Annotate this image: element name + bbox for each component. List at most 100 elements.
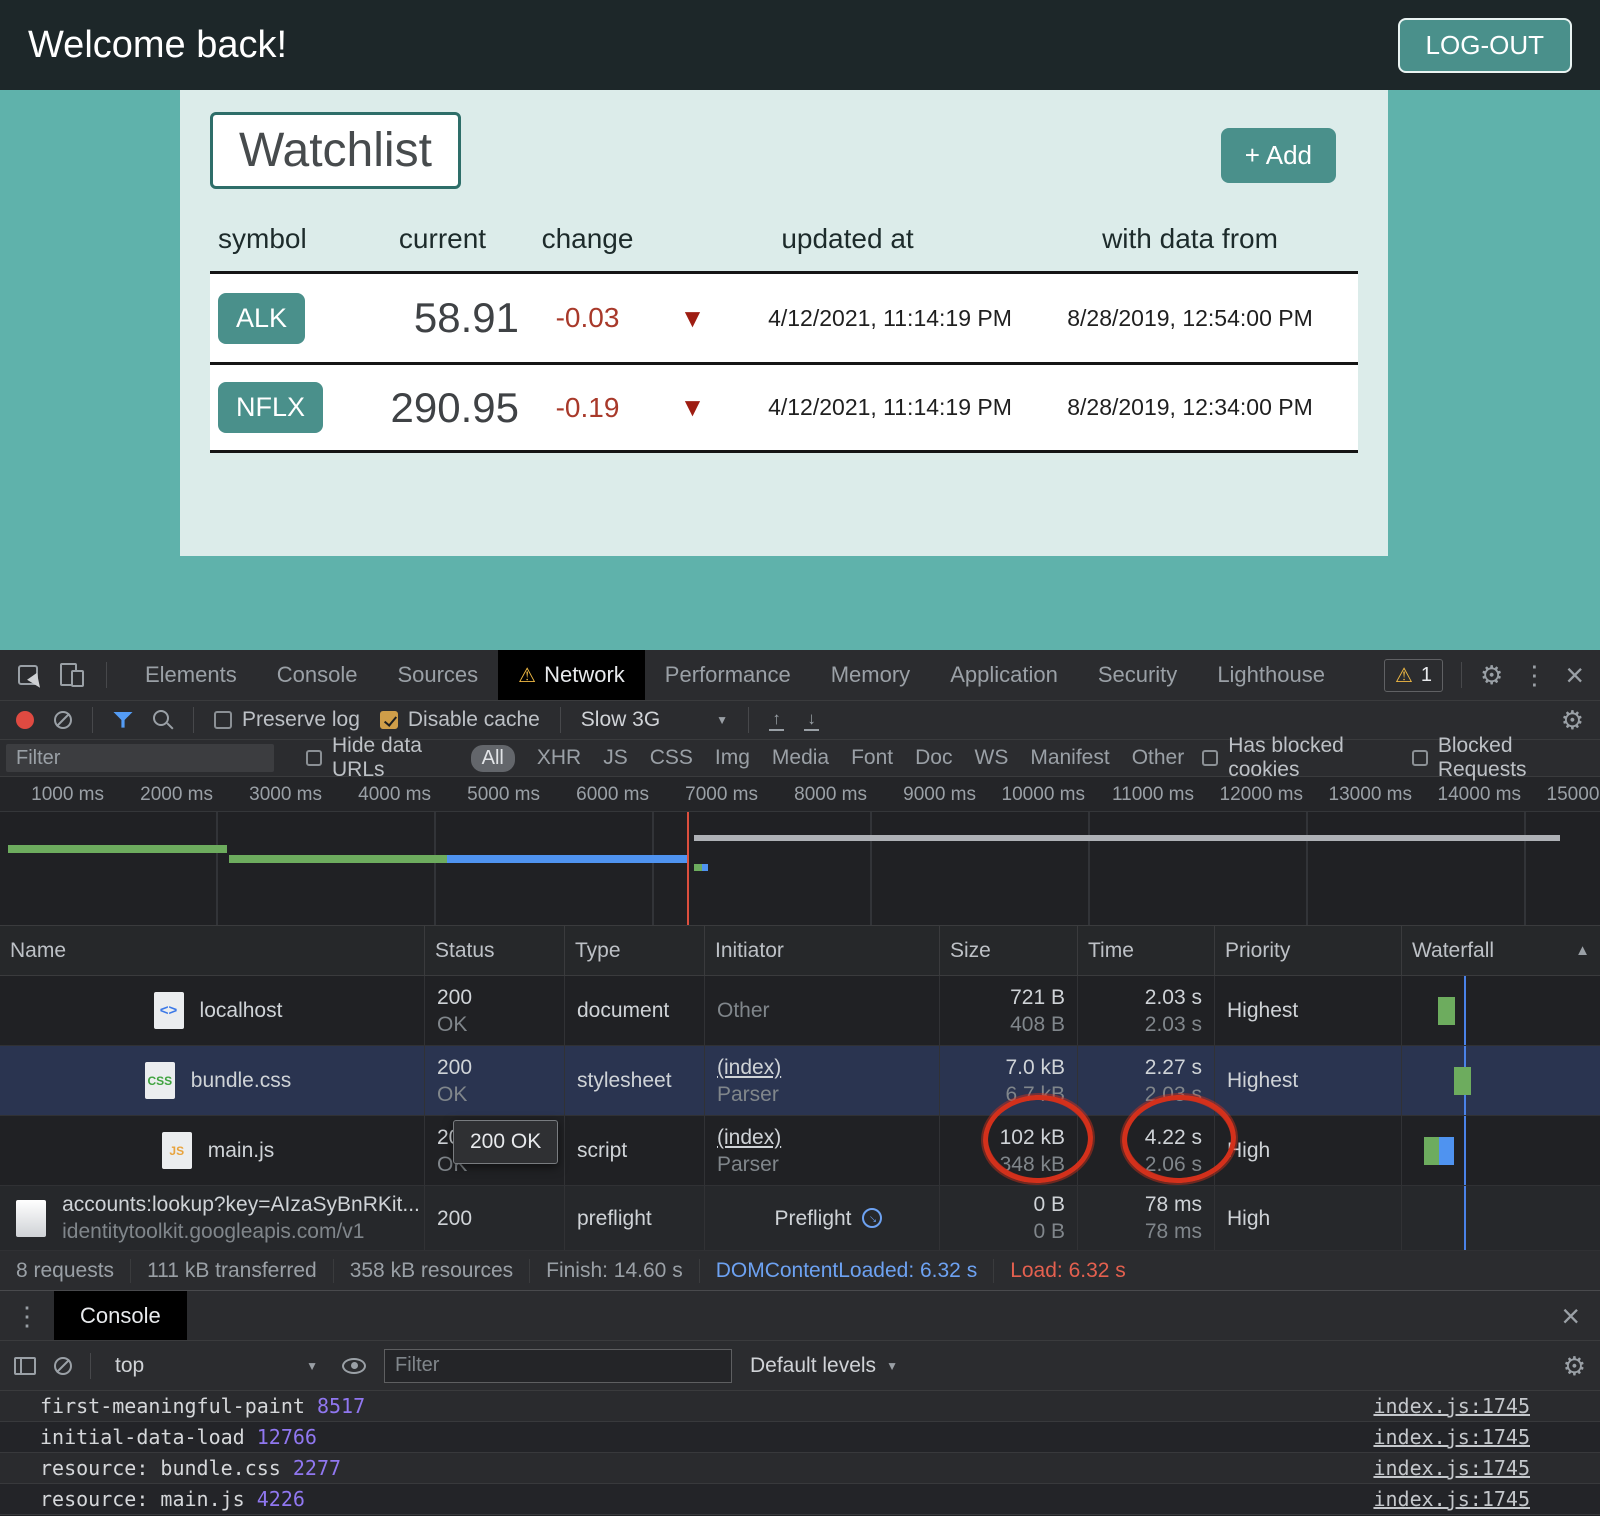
document-file-icon: <> [154, 992, 184, 1029]
column-priority[interactable]: Priority [1215, 926, 1402, 975]
disable-cache-checkbox[interactable] [380, 711, 398, 729]
filter-type-xhr[interactable]: XHR [537, 746, 581, 770]
tab-security[interactable]: Security [1078, 650, 1197, 700]
column-waterfall[interactable]: Waterfall ▲ [1402, 926, 1600, 975]
column-type[interactable]: Type [565, 926, 705, 975]
divider [106, 662, 107, 688]
live-expression-eye-icon[interactable] [342, 1358, 366, 1374]
initiator-link[interactable]: (index) [717, 1124, 939, 1151]
log-levels-select[interactable]: Default levels ▼ [750, 1354, 898, 1378]
tab-application[interactable]: Application [930, 650, 1078, 700]
initiator-preflight[interactable]: Preflight [774, 1205, 851, 1232]
clear-icon[interactable] [54, 711, 72, 729]
console-settings-gear-icon[interactable]: ⚙ [1563, 1353, 1586, 1379]
divider [560, 707, 561, 733]
source-link[interactable]: index.js:1745 [1373, 1487, 1530, 1511]
current-price: 58.91 [360, 294, 525, 342]
source-link[interactable]: index.js:1745 [1373, 1394, 1530, 1418]
column-size[interactable]: Size [940, 926, 1078, 975]
down-triangle-icon: ▼ [650, 303, 735, 334]
request-name: accounts:lookup?key=AIzaSyBnRKit... [62, 1191, 420, 1218]
tab-network[interactable]: ⚠ Network [498, 650, 645, 700]
issues-badge[interactable]: ⚠ 1 [1384, 659, 1443, 692]
execution-context-select[interactable]: top ▼ [109, 1354, 324, 1378]
request-row-localhost[interactable]: <> localhost 200OK document Other 721 B4… [0, 976, 1600, 1046]
source-link[interactable]: index.js:1745 [1373, 1425, 1530, 1449]
log-value: 12766 [257, 1425, 317, 1449]
preflight-redirect-icon: ↓ [857, 1204, 885, 1232]
console-sidebar-icon[interactable] [14, 1357, 36, 1375]
column-initiator[interactable]: Initiator [705, 926, 940, 975]
has-blocked-cookies-label: Has blocked cookies [1228, 734, 1384, 782]
network-settings-gear-icon[interactable]: ⚙ [1561, 707, 1584, 733]
more-options-icon[interactable]: ⋮ [1521, 662, 1547, 688]
filter-type-other[interactable]: Other [1132, 746, 1185, 770]
filter-type-js[interactable]: JS [603, 746, 628, 770]
network-overview[interactable] [0, 812, 1600, 926]
preserve-log-checkbox[interactable] [214, 711, 232, 729]
filter-type-all[interactable]: All [471, 745, 515, 772]
tab-performance[interactable]: Performance [645, 650, 811, 700]
divider [1461, 662, 1462, 688]
drawer-more-options-icon[interactable]: ⋮ [0, 1303, 54, 1329]
filter-funnel-icon[interactable] [113, 712, 133, 729]
import-har-icon[interactable]: ↑ [769, 710, 784, 731]
throttling-select[interactable]: Slow 3G ▼ [581, 708, 728, 732]
watchlist-row: NFLX 290.95 -0.19 ▼ 4/12/2021, 11:14:19 … [210, 362, 1358, 453]
export-har-icon[interactable]: ↓ [804, 710, 819, 731]
hide-data-urls-checkbox[interactable] [306, 750, 322, 766]
record-icon[interactable] [16, 711, 34, 729]
request-row-main-js[interactable]: JS main.js 200OK script (index)Parser 10… [0, 1116, 1600, 1186]
network-summary-bar: 8 requests 111 kB transferred 358 kB res… [0, 1251, 1600, 1291]
add-button[interactable]: + Add [1221, 128, 1336, 183]
source-link[interactable]: index.js:1745 [1373, 1456, 1530, 1480]
close-devtools-icon[interactable]: × [1565, 659, 1584, 691]
css-file-icon: CSS [145, 1062, 175, 1099]
tab-lighthouse[interactable]: Lighthouse [1197, 650, 1345, 700]
column-status[interactable]: Status [425, 926, 565, 975]
js-file-icon: JS [162, 1132, 192, 1169]
inspect-element-icon[interactable] [18, 665, 38, 685]
tab-memory[interactable]: Memory [811, 650, 930, 700]
blocked-requests-label: Blocked Requests [1438, 734, 1574, 782]
filter-type-css[interactable]: CSS [650, 746, 693, 770]
device-toolbar-icon[interactable] [60, 663, 84, 687]
console-filter-input[interactable] [384, 1349, 732, 1383]
hide-data-urls-label: Hide data URLs [332, 734, 453, 782]
filter-type-manifest[interactable]: Manifest [1030, 746, 1109, 770]
request-name: localhost [200, 997, 283, 1024]
status-tooltip: 200 OK [453, 1120, 558, 1164]
preserve-log-label: Preserve log [242, 708, 360, 732]
network-filterbar: Hide data URLs All XHR JS CSS Img Media … [0, 740, 1600, 777]
search-icon[interactable] [153, 710, 173, 730]
request-row-bundle-css[interactable]: CSS bundle.css 200OK stylesheet (index)P… [0, 1046, 1600, 1116]
disable-cache-label: Disable cache [408, 708, 540, 732]
summary-load: Load: 6.32 s [994, 1259, 1142, 1283]
tab-sources[interactable]: Sources [377, 650, 498, 700]
network-filter-input[interactable] [6, 744, 274, 772]
column-time[interactable]: Time [1078, 926, 1215, 975]
blocked-requests-checkbox[interactable] [1412, 750, 1428, 766]
chevron-down-icon: ▼ [886, 1359, 898, 1373]
current-price: 290.95 [360, 384, 525, 432]
summary-domcontentloaded: DOMContentLoaded: 6.32 s [700, 1259, 995, 1283]
column-name[interactable]: Name [0, 926, 425, 975]
console-log-row: resource: bundle.css 2277 index.js:1745 [0, 1453, 1600, 1484]
filter-type-img[interactable]: Img [715, 746, 750, 770]
tab-console-drawer[interactable]: Console [54, 1291, 187, 1340]
tab-elements[interactable]: Elements [125, 650, 257, 700]
initiator-link[interactable]: (index) [717, 1054, 939, 1081]
request-row-accounts-lookup[interactable]: accounts:lookup?key=AIzaSyBnRKit... iden… [0, 1186, 1600, 1251]
overview-bar-gray [694, 835, 1560, 841]
filter-type-font[interactable]: Font [851, 746, 893, 770]
logout-button[interactable]: LOG-OUT [1398, 18, 1572, 73]
filter-type-doc[interactable]: Doc [915, 746, 952, 770]
filter-type-ws[interactable]: WS [975, 746, 1009, 770]
settings-gear-icon[interactable]: ⚙ [1480, 662, 1503, 688]
close-drawer-icon[interactable]: × [1561, 1300, 1580, 1332]
watchlist-column-headers: symbol current change updated at with da… [210, 223, 1358, 255]
clear-console-icon[interactable] [54, 1357, 72, 1375]
tab-console[interactable]: Console [257, 650, 378, 700]
has-blocked-cookies-checkbox[interactable] [1202, 750, 1218, 766]
filter-type-media[interactable]: Media [772, 746, 829, 770]
